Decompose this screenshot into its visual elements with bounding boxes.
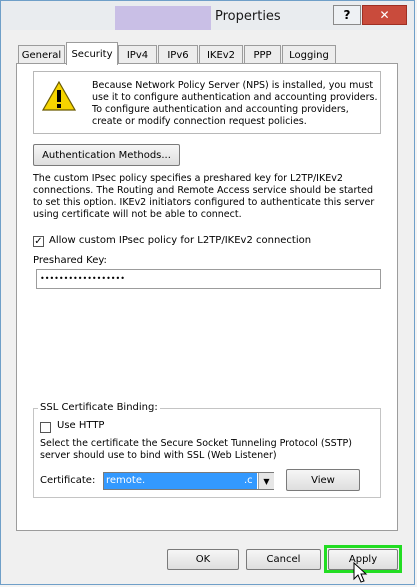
help-button[interactable]: ? [333, 5, 361, 25]
certificate-value-suffix: .c [244, 475, 253, 486]
mouse-cursor-icon [353, 561, 369, 584]
tab-ipv4[interactable]: IPv4 [118, 45, 157, 64]
nps-warning-text: Because Network Policy Server (NPS) is i… [92, 80, 378, 127]
preshared-key-label: Preshared Key: [33, 255, 107, 266]
allow-custom-ipsec-checkbox[interactable]: ✓ [33, 236, 44, 247]
allow-custom-ipsec-label[interactable]: Allow custom IPsec policy for L2TP/IKEv2… [49, 235, 311, 246]
ipsec-policy-description: The custom IPsec policy specifies a pres… [33, 173, 375, 220]
certificate-label: Certificate: [40, 475, 96, 486]
tab-logging[interactable]: Logging [282, 45, 336, 64]
certificate-selected-value[interactable]: remote. [104, 473, 257, 489]
chevron-down-icon[interactable]: ▼ [258, 473, 274, 489]
warning-triangle-icon [41, 80, 77, 111]
view-certificate-button[interactable]: View [286, 469, 360, 491]
tab-general[interactable]: General [18, 45, 65, 64]
sstp-certificate-description: Select the certificate the Secure Socket… [40, 438, 352, 461]
window-title: Properties [215, 9, 281, 24]
authentication-methods-button[interactable]: Authentication Methods... [33, 144, 180, 166]
title-redacted-region [115, 6, 211, 30]
tab-ikev2[interactable]: IKEv2 [199, 45, 243, 64]
use-http-label[interactable]: Use HTTP [57, 420, 104, 431]
preshared-key-input[interactable]: •••••••••••••••••• [36, 269, 381, 289]
tab-security[interactable]: Security [66, 42, 118, 65]
tab-ppp[interactable]: PPP [244, 45, 281, 64]
ok-button[interactable]: OK [167, 549, 239, 570]
use-http-checkbox[interactable] [40, 422, 51, 433]
ssl-group-legend: SSL Certificate Binding: [38, 402, 160, 413]
tab-ipv6[interactable]: IPv6 [158, 45, 198, 64]
close-button[interactable]: ✕ [362, 5, 407, 25]
cancel-button[interactable]: Cancel [246, 549, 321, 570]
